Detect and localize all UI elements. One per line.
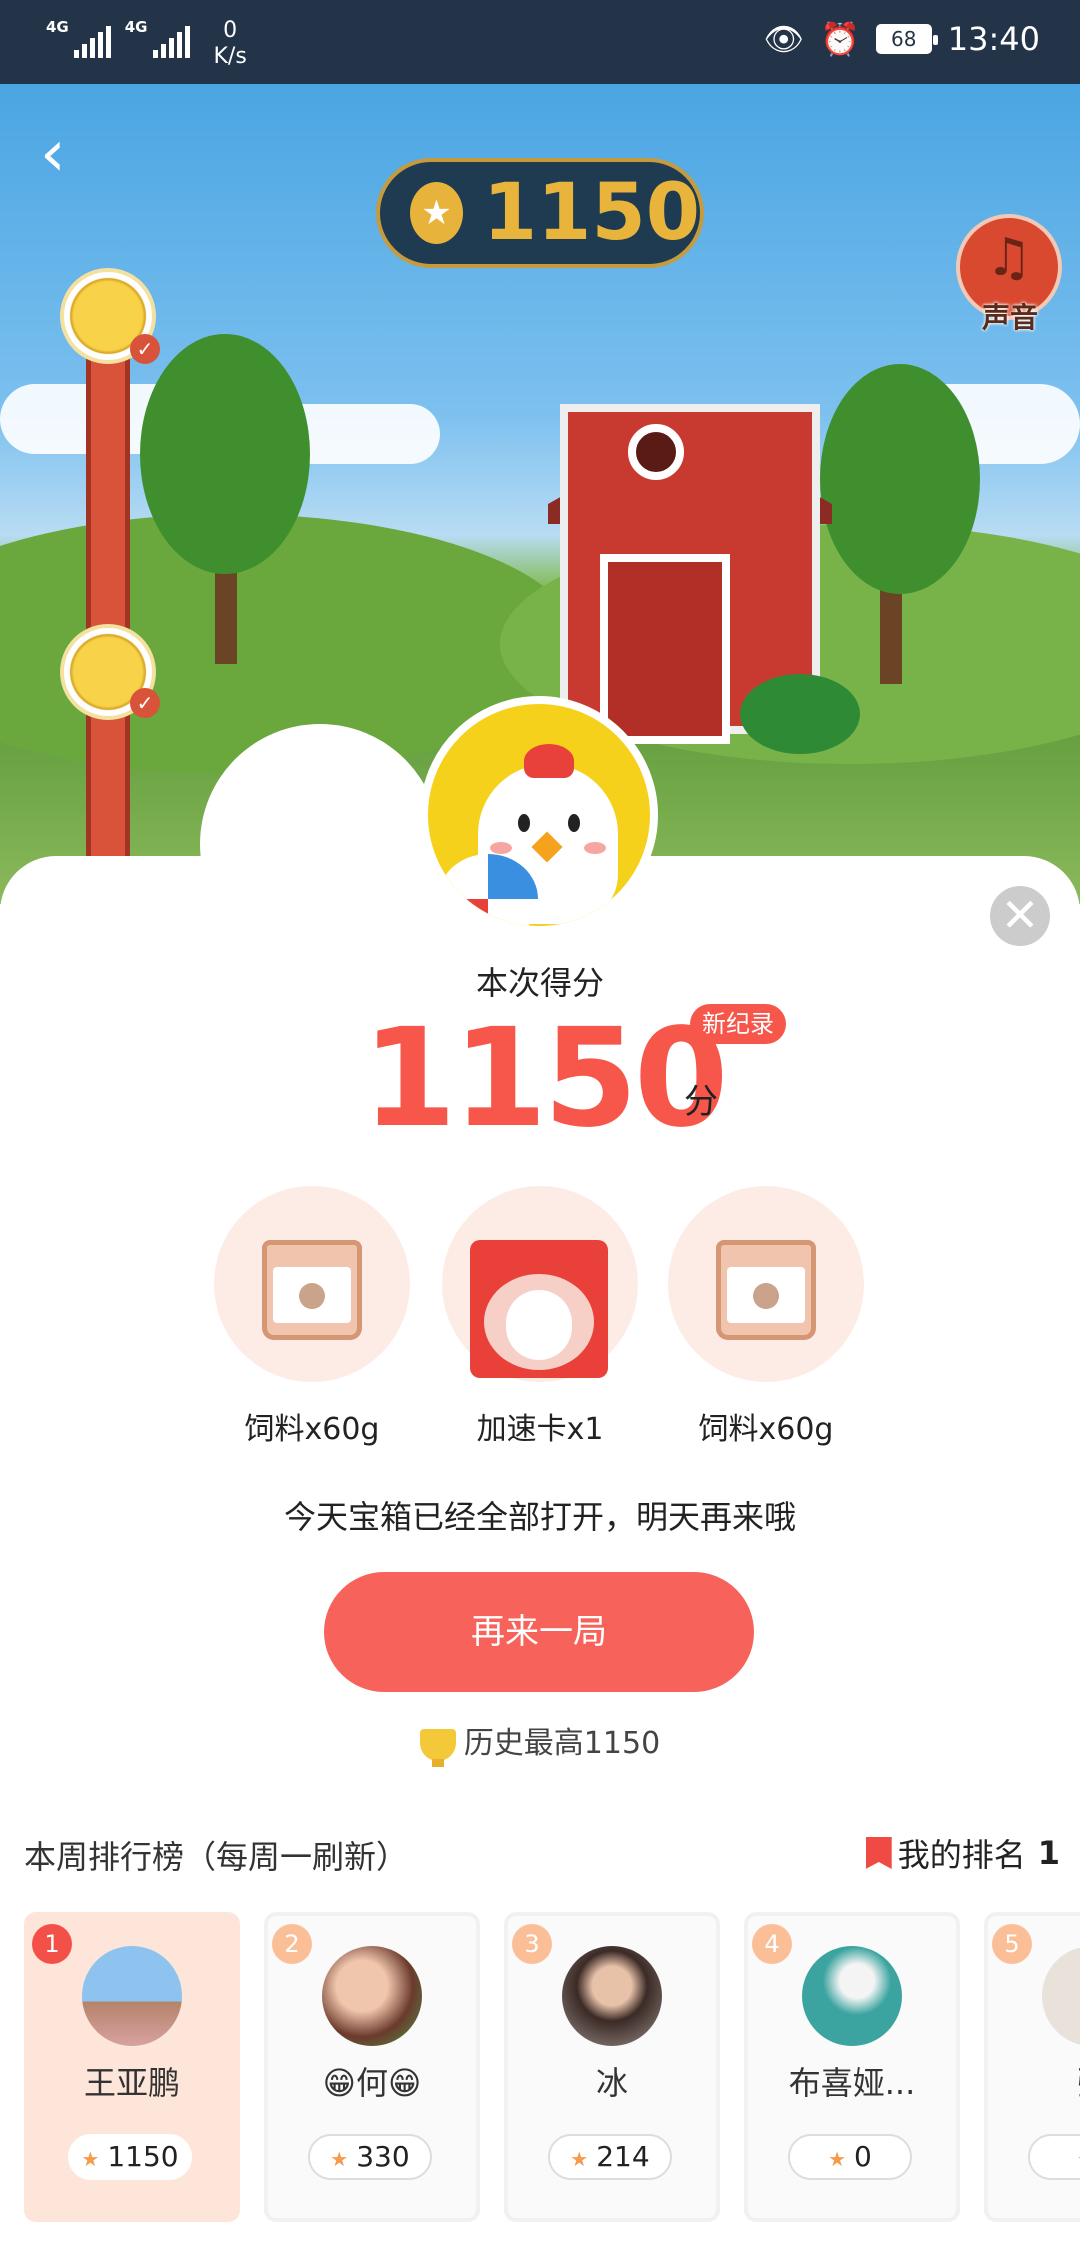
speed-card-icon	[470, 1240, 608, 1378]
reward-label: 加速卡x1	[476, 1412, 604, 1447]
back-button[interactable]: ‹	[40, 122, 90, 186]
new-record-badge: 新纪录	[690, 1004, 786, 1044]
speed-value: 0	[223, 18, 238, 43]
player-score-pill: ★ 214	[548, 2134, 672, 2180]
player-score: 0	[854, 2140, 872, 2173]
player-name: 王亚鹏	[83, 2064, 180, 2102]
leaderboard-title: 本周排行榜（每周一刷新）	[24, 1838, 409, 1876]
status-bar: 4G 4G 0 K/s 👁 ⏰ 68 13:40	[0, 0, 1080, 84]
avatar	[802, 1946, 902, 2046]
reward-label: 饲料x60g	[698, 1412, 834, 1447]
reward-label: 饲料x60g	[244, 1412, 380, 1447]
chick-eye	[568, 814, 580, 832]
network-speed: 0 K/s	[214, 18, 247, 70]
music-note-icon: ♫	[985, 228, 1033, 288]
reward-circle	[214, 1186, 410, 1382]
eye-icon: 👁	[763, 20, 804, 58]
rank-badge: 3	[512, 1924, 552, 1964]
alarm-icon: ⏰	[819, 20, 860, 58]
player-score-pill: ★	[1028, 2134, 1080, 2180]
player-score-pill: ★ 330	[308, 2134, 432, 2180]
player-name: 布喜娅...	[788, 2064, 916, 2102]
leaderboard-card[interactable]: 3 冰 ★ 214	[504, 1912, 720, 2222]
barn-door	[600, 554, 730, 744]
chest-notice: 今天宝箱已经全部打开，明天再来哦	[283, 1498, 796, 1536]
leaderboard-card[interactable]: 5 张 ★	[984, 1912, 1080, 2222]
battery-icon: 68	[875, 24, 938, 54]
progress-pole	[86, 280, 130, 900]
score-title: 本次得分	[475, 964, 604, 1002]
star-coin-icon: ★	[410, 182, 463, 244]
reward-circle	[668, 1186, 864, 1382]
star-icon: ★	[330, 2147, 349, 2171]
player-score: 1150	[107, 2140, 179, 2173]
avatar	[562, 1946, 662, 2046]
player-name: 冰	[595, 2064, 628, 2102]
rank-badge: 1	[32, 1924, 72, 1964]
status-left: 4G 4G 0 K/s	[46, 18, 247, 70]
feed-bag-icon	[716, 1240, 816, 1340]
my-rank[interactable]: 我的排名 1	[865, 1830, 1060, 1876]
play-again-button[interactable]: 再来一局	[324, 1572, 754, 1692]
chick-comb	[524, 744, 574, 778]
reward-item: 饲料x60g	[214, 1186, 410, 1448]
history-best-text: 历史最高1150	[463, 1726, 661, 1761]
chick-cheek	[490, 842, 512, 854]
clock: 13:40	[947, 20, 1040, 58]
score-unit: 分	[684, 1082, 718, 1122]
leaderboard-card[interactable]: 4 布喜娅... ★ 0	[744, 1912, 960, 2222]
player-name: 张	[988, 2058, 1080, 2104]
avatar	[322, 1946, 422, 2046]
speed-unit: K/s	[213, 44, 247, 69]
beach-ball-icon	[438, 854, 538, 926]
reward-item: 加速卡x1	[442, 1186, 638, 1448]
signal-icon-2: 4G	[125, 18, 190, 58]
rank-badge: 4	[752, 1924, 792, 1964]
leaderboard-list[interactable]: 1 王亚鹏 ★ 1150 2 😁何😁 ★ 330 3 冰 ★ 214 4 布喜娅...…	[24, 1912, 1080, 2222]
coin-score: 1150	[482, 168, 700, 258]
player-score: 330	[356, 2140, 410, 2173]
star-icon: ★	[570, 2147, 589, 2171]
rank-badge: 5	[992, 1924, 1032, 1964]
chicken-avatar	[420, 696, 658, 934]
reward-item: 饲料x60g	[668, 1186, 864, 1448]
rank-badge: 2	[272, 1924, 312, 1964]
avatar	[82, 1946, 182, 2046]
player-score-pill: ★ 1150	[68, 2134, 192, 2180]
leaderboard-card[interactable]: 1 王亚鹏 ★ 1150	[24, 1912, 240, 2222]
coin-score-pill: ★ 1150	[376, 158, 704, 268]
star-icon: ★	[828, 2147, 847, 2171]
status-right: 👁 ⏰ 68 13:40	[763, 20, 1040, 58]
reward-circle	[442, 1186, 638, 1382]
player-score: 214	[596, 2140, 650, 2173]
barn-window	[628, 424, 684, 480]
avatar	[1042, 1946, 1080, 2046]
star-icon: ★	[81, 2147, 100, 2171]
tree-decoration	[820, 364, 980, 594]
trophy-icon	[419, 1728, 456, 1767]
leaderboard-card[interactable]: 2 😁何😁 ★ 330	[264, 1912, 480, 2222]
final-score: 1150	[362, 1000, 729, 1158]
check-icon: ✓	[130, 334, 160, 364]
chick-eye	[518, 814, 530, 832]
sound-label[interactable]: 声音	[958, 296, 1062, 336]
signal-1-label: 4G	[46, 18, 69, 36]
player-name: 😁何😁	[322, 2064, 422, 2102]
signal-2-label: 4G	[124, 18, 148, 36]
feed-bag-icon	[262, 1240, 362, 1340]
player-score-pill: ★ 0	[788, 2134, 912, 2180]
tree-decoration	[140, 334, 310, 574]
chick-cheek	[584, 842, 606, 854]
bookmark-icon	[865, 1837, 892, 1869]
history-best: 历史最高1150	[0, 1718, 1080, 1767]
my-rank-label: 我的排名	[897, 1836, 1026, 1874]
my-rank-value: 1	[1037, 1834, 1060, 1872]
signal-icon: 4G	[46, 18, 111, 58]
close-button[interactable]: ✕	[990, 886, 1050, 946]
app-root: 4G 4G 0 K/s 👁 ⏰ 68 13:40 ✓ ✓ ‹ ★ 1150 ♫ …	[0, 0, 1080, 2244]
bush-decoration	[740, 674, 860, 754]
check-icon: ✓	[130, 688, 160, 718]
